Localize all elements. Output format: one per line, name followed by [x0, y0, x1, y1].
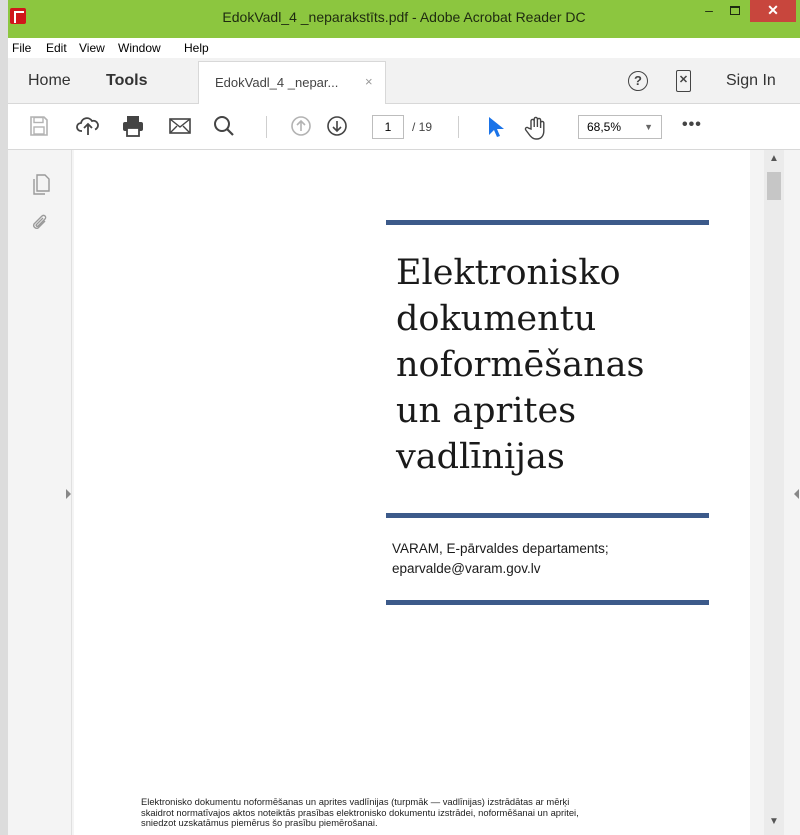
vertical-scrollbar[interactable]: ▲ ▼	[764, 150, 784, 835]
title-line: vadlīnijas	[396, 437, 565, 477]
menu-bar: File Edit View Window Help	[8, 38, 800, 58]
tab-document[interactable]: EdokVadl_4 _nepar... ×	[198, 61, 386, 104]
menu-view[interactable]: View	[79, 41, 105, 55]
document-intro: Elektronisko dokumentu noformēšanas un a…	[141, 796, 710, 829]
tab-bar: Home Tools EdokVadl_4 _nepar... × ? ✕ Si…	[8, 58, 800, 104]
toolbar-separator	[458, 116, 459, 138]
page-number-input[interactable]: 1	[372, 115, 404, 139]
tab-home[interactable]: Home	[28, 72, 71, 90]
sign-in-button[interactable]: Sign In	[726, 72, 776, 90]
help-icon[interactable]: ?	[628, 71, 648, 91]
scroll-thumb[interactable]	[767, 172, 781, 200]
title-rule-middle	[386, 513, 709, 518]
next-page-icon[interactable]	[326, 115, 348, 137]
toolbar: 1 / 19 68,5% ▼ •••	[8, 104, 800, 150]
upload-icon[interactable]	[76, 115, 100, 137]
title-line: noformēšanas	[396, 345, 645, 385]
scroll-down-icon[interactable]: ▼	[769, 816, 779, 827]
document-title: Elektronisko dokumentu noformēšanas un a…	[396, 250, 716, 480]
maximize-icon	[730, 6, 740, 15]
window-title: EdokVadl_4 _neparakstīts.pdf - Adobe Acr…	[222, 9, 586, 25]
toolbar-separator	[266, 116, 267, 138]
menu-help[interactable]: Help	[184, 41, 209, 55]
chevron-down-icon: ▼	[644, 122, 653, 132]
menu-edit[interactable]: Edit	[46, 41, 67, 55]
desktop-background	[0, 0, 8, 835]
maximize-button[interactable]	[722, 0, 748, 22]
title-rule-top	[386, 220, 709, 225]
title-line: dokumentu	[396, 299, 597, 339]
tab-tools[interactable]: Tools	[106, 72, 147, 90]
title-line: un aprites	[396, 391, 577, 431]
more-tools-icon[interactable]: •••	[682, 116, 702, 134]
attachments-icon[interactable]	[30, 212, 50, 234]
mobile-link-icon[interactable]: ✕	[676, 70, 691, 92]
right-rail: ▲ ▼	[750, 150, 800, 835]
save-icon[interactable]	[28, 115, 50, 137]
document-author: VARAM, E-pārvaldes departaments; eparval…	[392, 539, 722, 579]
select-cursor-icon[interactable]	[486, 115, 504, 139]
scroll-up-icon[interactable]: ▲	[769, 153, 779, 164]
intro-line: Elektronisko dokumentu noformēšanas un a…	[141, 796, 570, 807]
author-line: VARAM, E-pārvaldes departaments;	[392, 541, 609, 556]
left-navigation-rail	[8, 150, 72, 835]
title-bar: EdokVadl_4 _neparakstīts.pdf - Adobe Acr…	[8, 0, 800, 38]
zoom-select[interactable]: 68,5% ▼	[578, 115, 662, 139]
print-icon[interactable]	[121, 115, 145, 137]
email-icon[interactable]	[168, 115, 192, 137]
intro-line: sniedzot uzskatāmus piemērus šo prasību …	[141, 817, 378, 828]
page-total: / 19	[412, 120, 433, 134]
title-line: Elektronisko	[396, 253, 621, 293]
pdf-page: Elektronisko dokumentu noformēšanas un a…	[74, 150, 750, 835]
menu-file[interactable]: File	[12, 41, 31, 55]
expand-left-panel-icon[interactable]	[66, 489, 71, 499]
title-rule-bottom	[386, 600, 709, 605]
close-window-button[interactable]: ✕	[750, 0, 796, 22]
document-area: Elektronisko dokumentu noformēšanas un a…	[8, 150, 800, 835]
acrobat-window: EdokVadl_4 _neparakstīts.pdf - Adobe Acr…	[8, 0, 800, 835]
menu-window[interactable]: Window	[118, 41, 161, 55]
zoom-value: 68,5%	[587, 120, 622, 134]
minimize-button[interactable]: –	[696, 0, 722, 22]
tab-document-label: EdokVadl_4 _nepar...	[215, 75, 339, 90]
previous-page-icon[interactable]	[290, 115, 312, 137]
hand-tool-icon[interactable]	[524, 115, 550, 141]
pages-panel-icon[interactable]	[30, 174, 50, 196]
search-icon[interactable]	[212, 115, 236, 137]
expand-right-panel-icon[interactable]	[794, 489, 799, 499]
author-line: eparvalde@varam.gov.lv	[392, 561, 541, 576]
close-tab-icon[interactable]: ×	[365, 74, 373, 89]
